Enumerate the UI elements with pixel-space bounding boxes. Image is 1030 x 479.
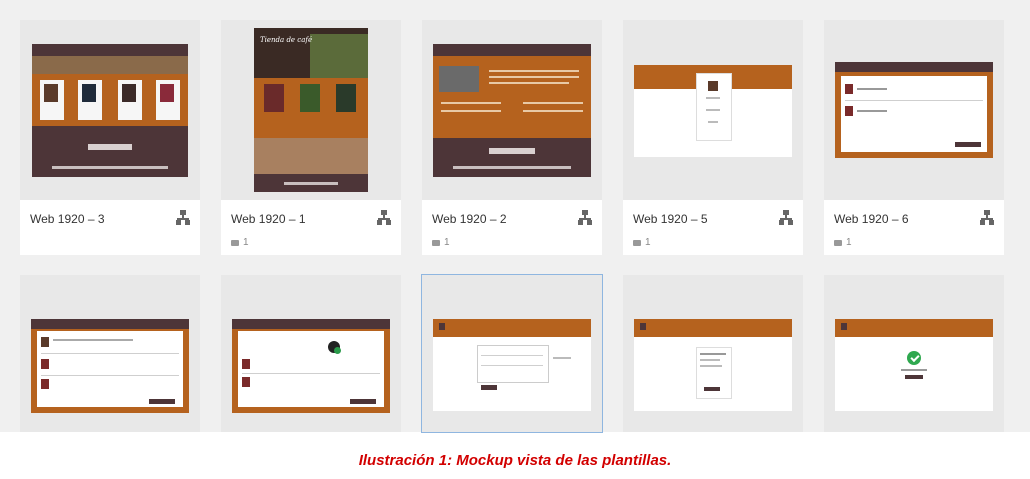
artboard-thumbnail[interactable]: [221, 275, 401, 432]
mockup-summary-page: [634, 319, 792, 411]
tienda-title: Tienda de café: [260, 36, 313, 44]
artboard-grid: Web 1920 – 3 Tienda de café Web 1920 – 1…: [0, 0, 1030, 433]
artboard-name[interactable]: Web 1920 – 2: [432, 212, 507, 226]
comment-icon: [834, 239, 842, 246]
artboard-card[interactable]: Web 1920 – 6 1: [824, 20, 1004, 255]
artboard-meta: Web 1920 – 5 1: [623, 200, 803, 255]
figure-caption: Ilustración 1: Mockup vista de las plant…: [358, 452, 672, 469]
comment-icon: [432, 239, 440, 246]
comment-count[interactable]: 1: [633, 237, 651, 248]
mockup-web-1920-3: [32, 44, 188, 177]
prototype-flow-icon[interactable]: [779, 210, 793, 226]
prototype-flow-icon[interactable]: [980, 210, 994, 226]
artboard-thumbnail[interactable]: [422, 20, 602, 200]
comment-count[interactable]: 1: [231, 237, 249, 248]
artboard-thumbnail[interactable]: [20, 20, 200, 200]
mockup-web-1920-6: [835, 62, 993, 158]
artboard-card[interactable]: Tienda de café Web 1920 – 1 1: [221, 20, 401, 255]
artboard-name[interactable]: Web 1920 – 1: [231, 212, 306, 226]
artboard-meta: Web 1920 – 3: [20, 200, 200, 255]
mockup-recommendations-page: [232, 319, 390, 413]
artboard-thumbnail[interactable]: [422, 275, 602, 432]
artboard-thumbnail[interactable]: [623, 20, 803, 200]
artboard-card-selected[interactable]: [421, 274, 603, 433]
artboard-card[interactable]: [824, 275, 1004, 432]
comment-count[interactable]: 1: [834, 237, 852, 248]
prototype-flow-icon[interactable]: [377, 210, 391, 226]
artboard-card[interactable]: Web 1920 – 5 1: [623, 20, 803, 255]
comment-count[interactable]: 1: [432, 237, 450, 248]
comment-icon: [633, 239, 641, 246]
artboard-thumbnail[interactable]: [824, 20, 1004, 200]
mockup-confirmation-page: [835, 319, 993, 411]
mockup-cart-page: [31, 319, 189, 413]
mockup-form-page: [433, 319, 591, 411]
artboard-card[interactable]: [623, 275, 803, 432]
comment-icon: [231, 239, 239, 246]
artboard-thumbnail[interactable]: Tienda de café: [221, 20, 401, 200]
artboard-meta: Web 1920 – 1 1: [221, 200, 401, 255]
artboard-card[interactable]: Web 1920 – 2 1: [422, 20, 602, 255]
prototype-flow-icon[interactable]: [176, 210, 190, 226]
artboard-thumbnail[interactable]: [824, 275, 1004, 432]
mockup-web-1920-5: [634, 65, 792, 157]
artboard-meta: Web 1920 – 6 1: [824, 200, 1004, 255]
prototype-flow-icon[interactable]: [578, 210, 592, 226]
artboard-card[interactable]: Web 1920 – 3: [20, 20, 200, 255]
artboard-card[interactable]: [221, 275, 401, 432]
artboard-thumbnail[interactable]: [20, 275, 200, 432]
artboard-name[interactable]: Web 1920 – 5: [633, 212, 708, 226]
artboard-card[interactable]: [20, 275, 200, 432]
artboard-name[interactable]: Web 1920 – 6: [834, 212, 909, 226]
mockup-web-1920-1: Tienda de café: [254, 28, 368, 192]
artboard-meta: Web 1920 – 2 1: [422, 200, 602, 255]
mockup-web-1920-2: [433, 44, 591, 177]
artboard-name[interactable]: Web 1920 – 3: [30, 212, 105, 226]
artboard-thumbnail[interactable]: [623, 275, 803, 432]
